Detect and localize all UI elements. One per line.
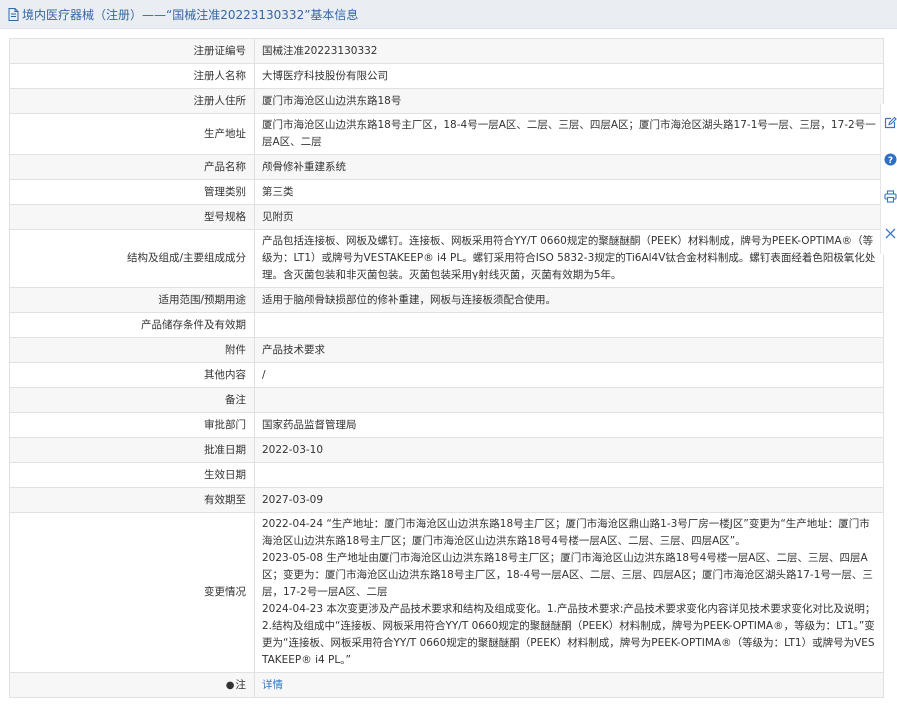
page-header: 境内医疗器械（注册）——“国械注准20223130332”基本信息 bbox=[0, 0, 897, 29]
field-value: 产品技术要求 bbox=[254, 337, 884, 363]
field-value: 厦门市海沧区山边洪东路18号主厂区，18-4号一层A区、二层、三层、四层A区；厦… bbox=[254, 113, 884, 155]
table-row: 备注 bbox=[9, 387, 884, 413]
field-label: 生产地址 bbox=[9, 113, 255, 155]
help-icon[interactable]: ? bbox=[884, 153, 897, 166]
field-value: 产品包括连接板、网板及螺钉。连接板、网板采用符合YY/T 0660规定的聚醚醚酮… bbox=[254, 229, 884, 288]
details-link[interactable]: 详情 bbox=[262, 679, 283, 691]
field-label: 注册人住所 bbox=[9, 88, 255, 114]
field-label: 其他内容 bbox=[9, 362, 255, 388]
field-label: 产品名称 bbox=[9, 154, 255, 180]
table-row: 审批部门 国家药品监督管理局 bbox=[9, 412, 884, 438]
field-value: 厦门市海沧区山边洪东路18号 bbox=[254, 88, 884, 114]
field-label: 审批部门 bbox=[9, 412, 255, 438]
table-row: 注册人住所 厦门市海沧区山边洪东路18号 bbox=[9, 88, 884, 114]
table-row: 管理类别 第三类 bbox=[9, 179, 884, 205]
field-label: 型号规格 bbox=[9, 204, 255, 230]
field-label: 备注 bbox=[9, 387, 255, 413]
table-row: 有效期至 2027-03-09 bbox=[9, 487, 884, 513]
pin-icon: ● bbox=[225, 679, 235, 691]
note-label-cell: ●注 bbox=[9, 672, 255, 698]
field-value: 第三类 bbox=[254, 179, 884, 205]
table-row: 注册人名称 大博医疗科技股份有限公司 bbox=[9, 63, 884, 89]
field-label: 附件 bbox=[9, 337, 255, 363]
field-value: 2027-03-09 bbox=[254, 487, 884, 513]
svg-text:?: ? bbox=[888, 156, 893, 166]
field-value: 大博医疗科技股份有限公司 bbox=[254, 63, 884, 89]
field-value bbox=[254, 387, 884, 413]
field-value: 国械注准20223130332 bbox=[254, 38, 884, 64]
field-label: 生效日期 bbox=[9, 462, 255, 488]
field-label: 注册人名称 bbox=[9, 63, 255, 89]
registration-info-table: 注册证编号 国械注准20223130332 注册人名称 大博医疗科技股份有限公司… bbox=[9, 38, 884, 698]
field-label: 管理类别 bbox=[9, 179, 255, 205]
field-label: 变更情况 bbox=[9, 512, 255, 673]
field-value: 2022-03-10 bbox=[254, 437, 884, 463]
note-label: 注 bbox=[235, 678, 247, 691]
field-label: 结构及组成/主要组成成分 bbox=[9, 229, 255, 288]
field-label: 批准日期 bbox=[9, 437, 255, 463]
table-row: 注册证编号 国械注准20223130332 bbox=[9, 38, 884, 64]
field-value: / bbox=[254, 362, 884, 388]
note-value-cell: 详情 bbox=[254, 672, 884, 698]
field-value: 适用于脑颅骨缺损部位的修补重建，网板与连接板须配合使用。 bbox=[254, 287, 884, 313]
table-row: 适用范围/预期用途 适用于脑颅骨缺损部位的修补重建，网板与连接板须配合使用。 bbox=[9, 287, 884, 313]
document-icon bbox=[8, 7, 19, 21]
field-label: 适用范围/预期用途 bbox=[9, 287, 255, 313]
table-row: 结构及组成/主要组成成分 产品包括连接板、网板及螺钉。连接板、网板采用符合YY/… bbox=[9, 229, 884, 288]
field-value: 2022-04-24 “生产地址：厦门市海沧区山边洪东路18号主厂区；厦门市海沧… bbox=[254, 512, 884, 673]
field-label: 有效期至 bbox=[9, 487, 255, 513]
field-value: 见附页 bbox=[254, 204, 884, 230]
table-row: 生产地址 厦门市海沧区山边洪东路18号主厂区，18-4号一层A区、二层、三层、四… bbox=[9, 113, 884, 155]
close-icon[interactable] bbox=[884, 227, 897, 240]
field-label: 产品储存条件及有效期 bbox=[9, 312, 255, 338]
table-row: 生效日期 bbox=[9, 462, 884, 488]
print-icon[interactable] bbox=[884, 190, 897, 203]
field-value bbox=[254, 462, 884, 488]
field-value: 颅骨修补重建系统 bbox=[254, 154, 884, 180]
table-row: 批准日期 2022-03-10 bbox=[9, 437, 884, 463]
table-row: 产品储存条件及有效期 bbox=[9, 312, 884, 338]
page-title: 境内医疗器械（注册）——“国械注准20223130332”基本信息 bbox=[22, 7, 359, 22]
field-label: 注册证编号 bbox=[9, 38, 255, 64]
table-row: ●注 详情 bbox=[9, 672, 884, 698]
table-row: 附件 产品技术要求 bbox=[9, 337, 884, 363]
table-row: 其他内容 / bbox=[9, 362, 884, 388]
table-row: 产品名称 颅骨修补重建系统 bbox=[9, 154, 884, 180]
field-value: 国家药品监督管理局 bbox=[254, 412, 884, 438]
table-row: 变更情况 2022-04-24 “生产地址：厦门市海沧区山边洪东路18号主厂区；… bbox=[9, 512, 884, 673]
edit-icon[interactable] bbox=[884, 116, 897, 129]
table-row: 型号规格 见附页 bbox=[9, 204, 884, 230]
side-toolbar: ? bbox=[880, 104, 897, 254]
field-value bbox=[254, 312, 884, 338]
